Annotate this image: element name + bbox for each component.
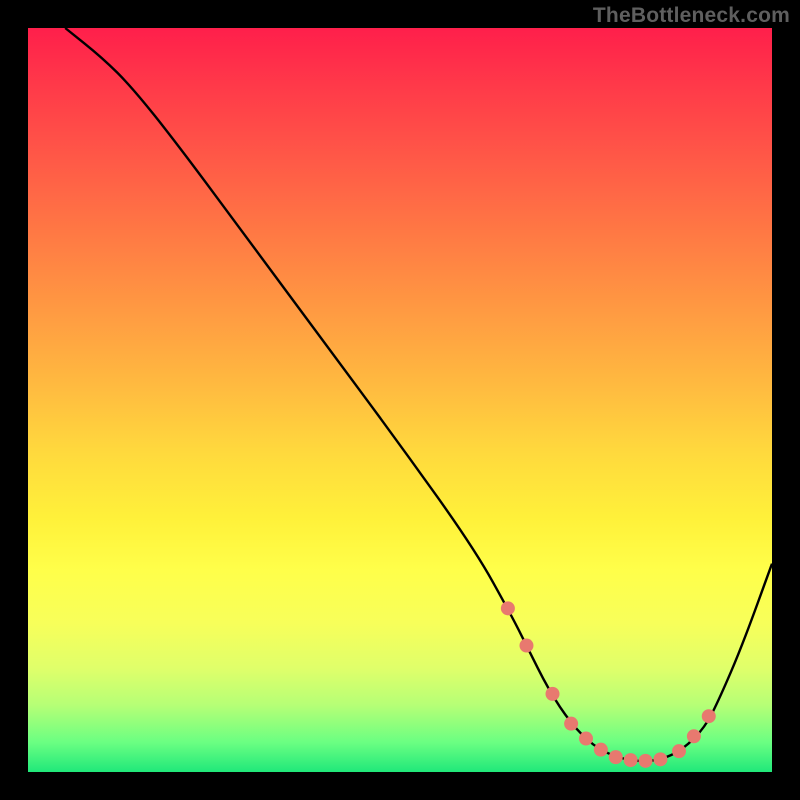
marker-dot <box>653 752 667 766</box>
marker-dot <box>594 743 608 757</box>
marker-dot <box>687 729 701 743</box>
marker-dot <box>564 717 578 731</box>
chart-overlay <box>28 28 772 772</box>
marker-dot <box>501 601 515 615</box>
marker-dot <box>519 639 533 653</box>
marker-dot <box>579 732 593 746</box>
marker-dot <box>546 687 560 701</box>
plot-area <box>28 28 772 772</box>
markers-layer <box>501 601 716 768</box>
marker-dot <box>609 750 623 764</box>
marker-dot <box>702 709 716 723</box>
marker-dot <box>639 754 653 768</box>
marker-dot <box>624 753 638 767</box>
watermark-text: TheBottleneck.com <box>593 4 790 28</box>
marker-dot <box>672 744 686 758</box>
chart-frame: TheBottleneck.com <box>0 0 800 800</box>
line-series-curve <box>65 28 772 761</box>
